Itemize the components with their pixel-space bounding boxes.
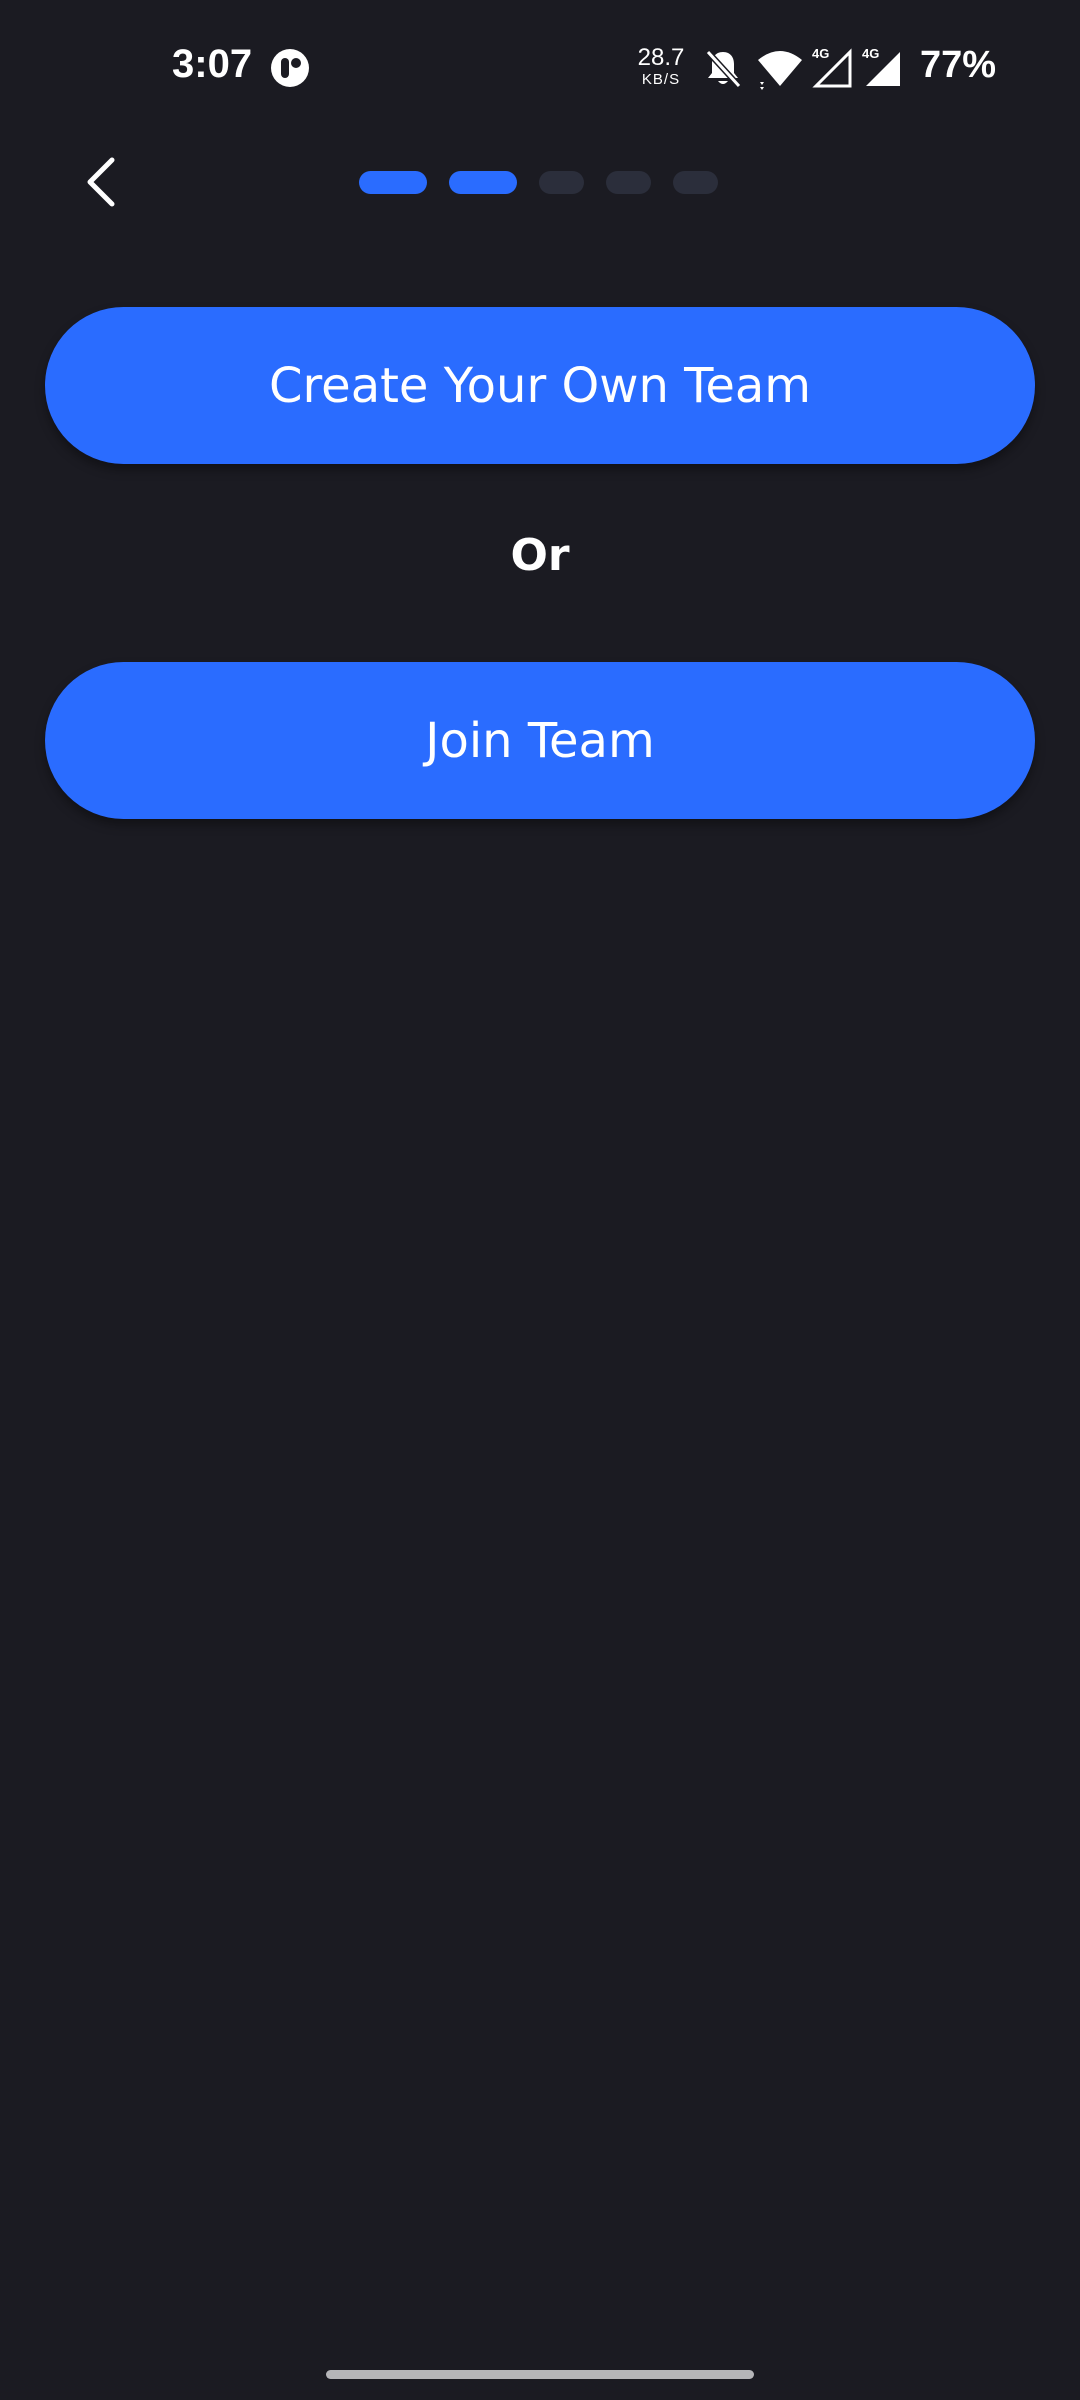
back-button[interactable] <box>70 150 134 214</box>
progress-step <box>539 171 584 194</box>
team-setup-screen: 3:07 28.7 KB/S 4G 4G 77% Create Your Own… <box>0 0 1080 2400</box>
or-divider-text: Or <box>510 530 570 581</box>
signal-4g-icon: 4G <box>862 46 900 86</box>
svg-text:4G: 4G <box>862 46 879 61</box>
chevron-left-icon <box>87 157 115 207</box>
home-indicator[interactable] <box>326 2370 754 2379</box>
status-bar: 3:07 28.7 KB/S 4G 4G 77% <box>0 0 1080 136</box>
progress-step <box>359 171 427 194</box>
network-speed-unit: KB/S <box>641 71 681 88</box>
app-icon <box>271 49 309 87</box>
status-time: 3:07 <box>172 42 253 86</box>
network-speed-value: 28.7 <box>637 44 685 71</box>
join-team-button[interactable]: Join Team <box>45 662 1035 819</box>
wifi-icon <box>758 51 802 90</box>
battery-level: 77% <box>920 44 997 86</box>
signal-4g-icon: 4G <box>812 46 852 88</box>
svg-text:4G: 4G <box>812 46 829 61</box>
network-speed: 28.7 KB/S <box>634 44 688 88</box>
progress-stepper <box>359 171 718 195</box>
create-team-button[interactable]: Create Your Own Team <box>45 307 1035 464</box>
bell-off-icon <box>705 49 742 89</box>
progress-step <box>449 171 517 194</box>
progress-step <box>673 171 718 194</box>
progress-step <box>606 171 651 194</box>
